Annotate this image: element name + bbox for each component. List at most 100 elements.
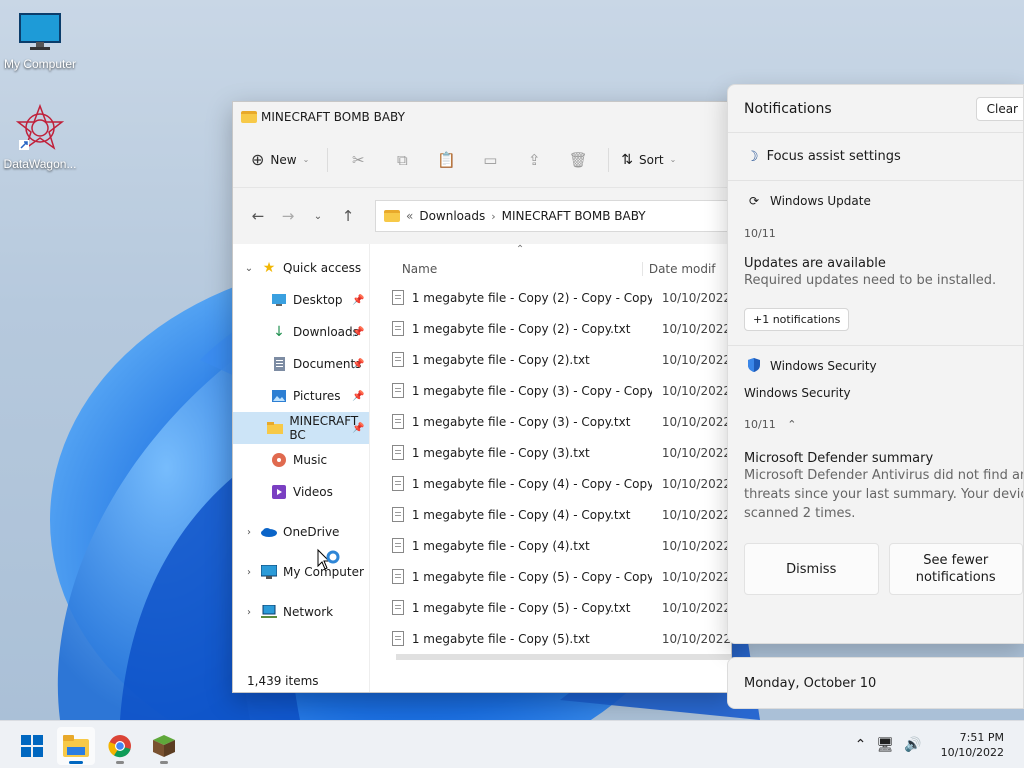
paste-icon[interactable]: 📋 [436,150,456,170]
app-header-windows-security: Windows Security [728,346,1023,386]
file-name: 1 megabyte file - Copy (3).txt [411,445,590,460]
taskbar-minecraft[interactable] [145,727,183,765]
address-bar[interactable]: « Downloads › MINECRAFT BOMB BABY [375,200,731,232]
sidebar-item-network[interactable]: › Network [233,596,369,628]
pin-icon: 📌 [352,358,365,370]
chevron-right-icon[interactable]: › [237,567,261,578]
file-name: 1 megabyte file - Copy (5) - Copy.txt [411,600,631,615]
sidebar-item-label: Quick access [283,261,362,275]
window-title-bar[interactable]: MINECRAFT BOMB BABY [233,102,731,132]
cut-icon[interactable]: ✂ [348,150,368,170]
windows-update-notification[interactable]: ⟳ Windows Update 10/11 Updates are avail… [728,181,1023,331]
active-indicator [69,761,83,764]
network-icon [261,604,277,620]
delete-icon[interactable]: 🗑 [568,150,588,170]
chevron-up-icon[interactable]: ⌃ [855,737,867,753]
file-row[interactable]: 1 megabyte file - Copy (2) - Copy - Copy… [370,282,731,313]
share-icon[interactable]: ⇪ [524,150,544,170]
forward-button[interactable]: → [273,207,303,225]
chevron-right-icon[interactable]: › [237,527,261,538]
windows-security-notification[interactable]: Windows Security Windows Security 10/11 … [728,346,1023,595]
status-bar-item-count: 1,439 items [247,674,319,688]
file-row[interactable]: 1 megabyte file - Copy (4) - Copy.txt 10/… [370,499,731,530]
file-name: 1 megabyte file - Copy (5) - Copy - Copy… [411,569,652,584]
chevron-right-icon[interactable]: › [491,210,495,223]
onedrive-icon [261,524,277,540]
desktop-icon-datawagon[interactable]: DataWagon... [0,103,80,171]
breadcrumb-current-folder[interactable]: MINECRAFT BOMB BABY [502,209,646,223]
clear-all-button[interactable]: Clear [975,97,1023,121]
chevron-down-icon: ⌄ [669,155,677,164]
file-row[interactable]: 1 megabyte file - Copy (5) - Copy.txt 10/… [370,592,731,623]
back-button[interactable]: ← [243,207,273,225]
column-header-name[interactable]: Name [370,262,642,276]
more-notifications-button[interactable]: +1 notifications [744,308,850,331]
taskbar-chrome[interactable] [101,727,139,765]
horizontal-scrollbar[interactable] [395,654,731,660]
sidebar-item-label: Music [293,453,328,467]
column-header-date-modified[interactable]: Date modif [641,262,716,276]
desktop-icon-my-computer[interactable]: My Computer [0,12,80,71]
sidebar-item-my-computer[interactable]: › My Computer [233,556,369,588]
notification-group-title: Windows Security [744,386,851,400]
file-name: 1 megabyte file - Copy (3) - Copy - Copy… [411,383,652,398]
file-name: 1 megabyte file - Copy (2) - Copy - Copy… [411,290,652,305]
file-row[interactable]: 1 megabyte file - Copy (5).txt 10/10/2022 [370,623,731,654]
sidebar-item-music[interactable]: Music [233,444,369,476]
file-date: 10/10/2022 [661,538,731,553]
dismiss-button[interactable]: Dismiss [744,543,879,595]
new-button[interactable]: ⊕ New ⌄ [251,150,309,169]
breadcrumb-overflow[interactable]: « [406,209,413,223]
file-row[interactable]: 1 megabyte file - Copy (4).txt 10/10/2022 [370,530,731,561]
videos-icon [271,484,287,500]
app-header-windows-update: ⟳ Windows Update [728,181,1023,221]
file-row[interactable]: 1 megabyte file - Copy (5) - Copy - Copy… [370,561,731,592]
rename-icon[interactable]: ▭ [480,150,500,170]
copy-icon[interactable]: ⧉ [392,150,412,170]
clock[interactable]: 7:51 PM 10/10/2022 [941,730,1004,760]
chevron-up-icon[interactable]: ⌃ [787,418,796,431]
chevron-down-icon[interactable]: ⌄ [237,263,261,274]
sidebar-item-onedrive[interactable]: › OneDrive [233,516,369,548]
pin-icon: 📌 [352,294,365,306]
chevron-down-icon: ⌄ [302,155,310,164]
volume-icon[interactable]: 🔊 [904,737,921,753]
sidebar-item-pictures[interactable]: Pictures 📌 [233,380,369,412]
sidebar-item-quick-access[interactable]: ⌄ ★ Quick access [233,252,369,284]
calendar-date-header[interactable]: Monday, October 10 [727,657,1024,709]
start-button[interactable] [13,727,51,765]
file-row[interactable]: 1 megabyte file - Copy (2) - Copy.txt 10/… [370,313,731,344]
sidebar-item-desktop[interactable]: Desktop 📌 [233,284,369,316]
taskbar-file-explorer[interactable] [57,727,95,765]
app-name: Windows Update [770,194,871,208]
sidebar-item-label: Pictures [293,389,341,403]
chrome-icon [108,735,131,758]
focus-assist-settings-link[interactable]: ☽ Focus assist settings [728,133,1023,181]
sidebar-item-label: Desktop [293,293,343,307]
star-icon: ★ [262,260,276,276]
file-row[interactable]: 1 megabyte file - Copy (3) - Copy.txt 10/… [370,406,731,437]
sidebar-item-documents[interactable]: Documents 📌 [233,348,369,380]
file-row[interactable]: 1 megabyte file - Copy (4) - Copy - Copy… [370,468,731,499]
notification-body-line: Microsoft Defender Antivirus did not fin… [744,468,1024,483]
file-name: 1 megabyte file - Copy (5).txt [411,631,590,646]
sidebar-item-videos[interactable]: Videos [233,476,369,508]
running-indicator [116,761,124,764]
notification-date: 10/11 [744,418,776,431]
sidebar-item-minecraft-bomb-baby[interactable]: MINECRAFT BC 📌 [233,412,369,444]
command-bar: ⊕ New ⌄ ✂ ⧉ 📋 ▭ ⇪ 🗑 ⇅ Sort ⌄ [233,132,731,188]
file-row[interactable]: 1 megabyte file - Copy (3).txt 10/10/2022 [370,437,731,468]
file-row[interactable]: 1 megabyte file - Copy (2).txt 10/10/2022 [370,344,731,375]
breadcrumb-downloads[interactable]: Downloads [419,209,485,223]
sort-button[interactable]: ⇅ Sort ⌄ [621,152,676,168]
recent-locations-button[interactable]: ⌄ [303,211,333,222]
up-button[interactable]: ↑ [333,207,363,225]
see-fewer-notifications-button[interactable]: See fewer notifications [888,543,1023,595]
chevron-right-icon[interactable]: › [237,607,261,618]
text-file-icon [391,507,404,522]
notification-header: Notifications Clear [728,85,1023,133]
network-icon[interactable]: 🖥 [876,737,894,753]
sidebar-item-downloads[interactable]: ↓ Downloads 📌 [233,316,369,348]
file-list-pane: ⌃ Name Date modif 1 megabyte file - Copy… [370,244,731,692]
file-row[interactable]: 1 megabyte file - Copy (3) - Copy - Copy… [370,375,731,406]
